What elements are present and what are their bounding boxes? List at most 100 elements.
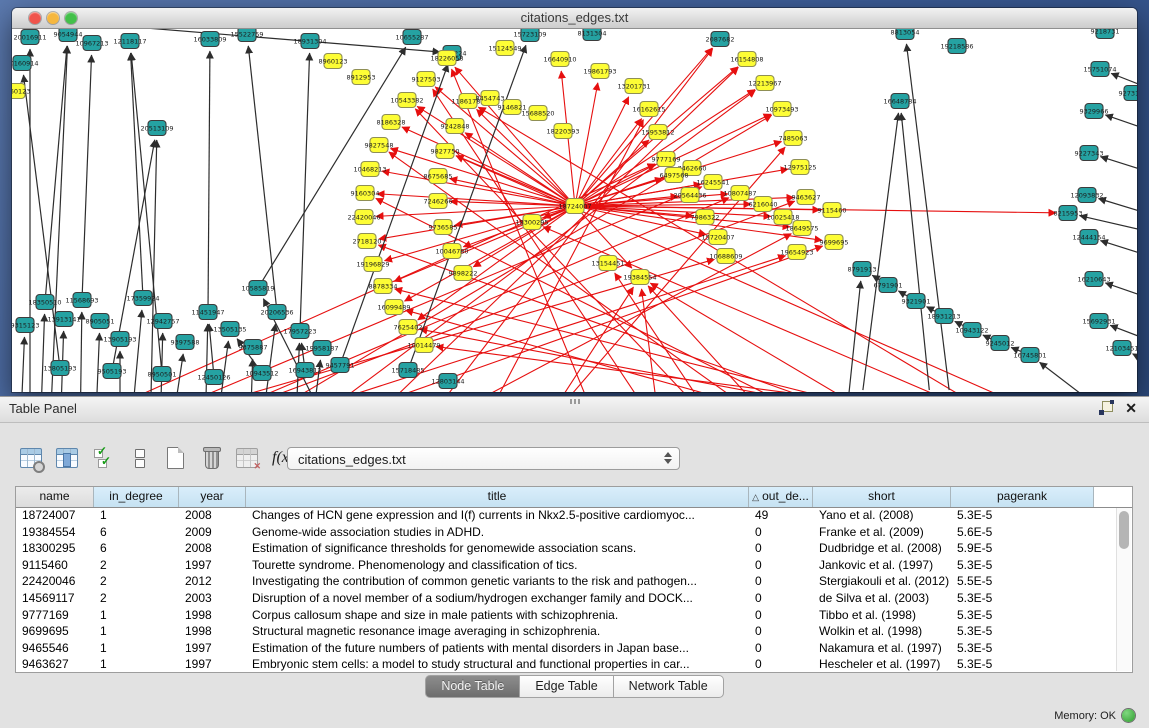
table-settings-icon[interactable] bbox=[18, 443, 45, 473]
graph-node[interactable]: 13805193 bbox=[43, 361, 76, 376]
graph-node[interactable]: 10655287 bbox=[395, 30, 428, 45]
network-window-titlebar[interactable]: citations_edges.txt bbox=[12, 8, 1137, 29]
column-header-name[interactable]: name bbox=[16, 487, 94, 507]
graph-node[interactable]: 16210643 bbox=[1077, 272, 1110, 287]
rows-icon[interactable] bbox=[126, 443, 153, 473]
table-selector-dropdown[interactable]: citations_edges.txt bbox=[287, 447, 680, 470]
table-row[interactable]: 1830029562008Estimation of significance … bbox=[16, 540, 1132, 557]
tab-edge-table[interactable]: Edge Table bbox=[520, 675, 613, 698]
graph-node[interactable]: 7485063 bbox=[779, 131, 808, 146]
graph-node[interactable]: 20160914 bbox=[12, 56, 39, 71]
graph-node[interactable]: 8905051 bbox=[86, 314, 115, 329]
graph-node[interactable]: 16648784 bbox=[883, 94, 916, 109]
memory-status-icon[interactable] bbox=[1122, 709, 1135, 722]
graph-node[interactable]: 13913141 bbox=[47, 312, 80, 327]
column-header-short[interactable]: short bbox=[813, 487, 951, 507]
graph-node[interactable]: 12103451 bbox=[1105, 341, 1137, 356]
select-columns-icon[interactable] bbox=[54, 443, 81, 473]
graph-node[interactable]: 9463627 bbox=[792, 190, 821, 205]
graph-node[interactable]: 8912953 bbox=[347, 70, 376, 85]
graph-node[interactable]: 10585819 bbox=[241, 281, 274, 296]
graph-node[interactable]: 12118117 bbox=[113, 34, 146, 49]
table-row[interactable]: 911546021997Tourette syndrome. Phenomeno… bbox=[16, 557, 1132, 574]
graph-node[interactable]: 8878334 bbox=[369, 279, 398, 294]
graph-node[interactable]: 16099489 bbox=[377, 300, 410, 315]
graph-node[interactable]: 18220393 bbox=[546, 124, 579, 139]
graph-node[interactable]: 8131304 bbox=[578, 29, 607, 41]
scrollbar-thumb[interactable] bbox=[1119, 511, 1129, 549]
column-header-title[interactable]: title bbox=[246, 487, 749, 507]
graph-node[interactable]: 12213967 bbox=[748, 76, 781, 91]
graph-node[interactable]: 8960123 bbox=[319, 54, 348, 69]
graph-node[interactable]: 13201731 bbox=[617, 79, 650, 94]
graph-node[interactable]: 15718485 bbox=[391, 363, 424, 378]
table-row[interactable]: 1456911722003Disruption of a novel membe… bbox=[16, 590, 1132, 607]
graph-node[interactable]: 2087682 bbox=[706, 32, 735, 47]
graph-node[interactable]: 10688609 bbox=[709, 249, 742, 264]
graph-node[interactable]: 10943512 bbox=[245, 366, 278, 381]
graph-node[interactable]: 9375887 bbox=[239, 340, 268, 355]
float-panel-icon[interactable] bbox=[1099, 401, 1113, 415]
apply-checked-icon[interactable]: ✓ ✓ bbox=[90, 443, 117, 473]
graph-node[interactable]: 8186328 bbox=[377, 115, 406, 130]
graph-node[interactable]: 22420046 bbox=[347, 210, 380, 225]
graph-node[interactable]: 16162615 bbox=[632, 102, 665, 117]
graph-node[interactable]: 9315123 bbox=[12, 318, 39, 333]
graph-node[interactable]: 19196829 bbox=[356, 257, 389, 272]
graph-node[interactable]: 12450126 bbox=[197, 370, 230, 385]
graph-node[interactable]: 15751074 bbox=[1083, 62, 1116, 77]
graph-node[interactable]: 20016911 bbox=[13, 30, 46, 45]
graph-node[interactable]: 2718120 bbox=[353, 234, 382, 249]
table-row[interactable]: 969969511998Structural magnetic resonanc… bbox=[16, 623, 1132, 640]
graph-node[interactable]: 13154451 bbox=[591, 256, 624, 271]
graph-node[interactable]: 9397588 bbox=[171, 335, 200, 350]
delete-rows-icon[interactable] bbox=[198, 443, 225, 473]
graph-node[interactable]: 19958187 bbox=[305, 341, 338, 356]
graph-node[interactable]: 6791901 bbox=[874, 278, 903, 293]
column-header-out_degree[interactable]: △out_de... bbox=[749, 487, 813, 507]
graph-node[interactable]: 9699695 bbox=[820, 235, 849, 250]
column-header-pagerank[interactable]: pagerank bbox=[951, 487, 1094, 507]
graph-node[interactable]: 9227343 bbox=[1075, 146, 1104, 161]
table-row[interactable]: 977716911998Corpus callosum shape and si… bbox=[16, 607, 1132, 624]
graph-node[interactable]: 8675685 bbox=[424, 169, 453, 184]
graph-node[interactable]: 16943812 bbox=[288, 363, 321, 378]
column-header-year[interactable]: year bbox=[179, 487, 246, 507]
graph-node[interactable]: 9160304 bbox=[351, 186, 380, 201]
graph-node[interactable]: 9736585 bbox=[429, 220, 458, 235]
new-table-icon[interactable] bbox=[162, 443, 189, 473]
close-panel-icon[interactable]: ✕ bbox=[1125, 401, 1137, 415]
graph-node[interactable]: 10543382 bbox=[390, 93, 423, 108]
graph-node[interactable]: 9115460 bbox=[818, 203, 847, 218]
panel-resize-grip[interactable] bbox=[570, 399, 580, 404]
graph-node[interactable]: 19861793 bbox=[583, 64, 616, 79]
graph-node[interactable]: 9827548 bbox=[365, 138, 394, 153]
graph-node[interactable]: 13505135 bbox=[213, 322, 246, 337]
graph-node[interactable]: 15692931 bbox=[1082, 314, 1115, 329]
graph-node[interactable]: 11451947 bbox=[191, 305, 224, 320]
graph-node[interactable]: 20206536 bbox=[260, 305, 293, 320]
graph-node[interactable]: 8215953 bbox=[1054, 206, 1083, 221]
graph-node[interactable]: 8791913 bbox=[848, 262, 877, 277]
graph-node[interactable]: 13905193 bbox=[103, 332, 136, 347]
tab-network-table[interactable]: Network Table bbox=[614, 675, 724, 698]
tab-node-table[interactable]: Node Table bbox=[425, 675, 520, 698]
graph-node[interactable]: 9827750 bbox=[431, 144, 460, 159]
graph-node[interactable]: 9505193 bbox=[98, 364, 127, 379]
graph-node[interactable]: 18931304 bbox=[293, 34, 326, 49]
graph-node[interactable]: 15124549 bbox=[488, 41, 521, 56]
graph-node[interactable]: 15522759 bbox=[230, 29, 263, 42]
graph-node[interactable]: 15953812 bbox=[641, 125, 674, 140]
graph-node[interactable]: 9127503 bbox=[412, 72, 441, 87]
table-row[interactable]: 1938455462009Genome-wide association stu… bbox=[16, 524, 1132, 541]
graph-node[interactable]: 12803144 bbox=[431, 374, 464, 389]
table-row[interactable]: 1872400712008Changes of HCN gene express… bbox=[16, 507, 1132, 524]
graph-node[interactable]: 19384554 bbox=[623, 270, 656, 285]
table-row[interactable]: 946362711997Embryonic stem cells: a mode… bbox=[16, 656, 1132, 673]
graph-node[interactable]: 8813054 bbox=[891, 29, 920, 40]
graph-node[interactable]: 17957223 bbox=[283, 324, 316, 339]
graph-node[interactable]: 9242848 bbox=[441, 119, 470, 134]
graph-node[interactable]: 9160123 bbox=[12, 84, 30, 99]
column-header-in_degree[interactable]: in_degree bbox=[94, 487, 179, 507]
graph-node[interactable]: 11568693 bbox=[65, 293, 98, 308]
